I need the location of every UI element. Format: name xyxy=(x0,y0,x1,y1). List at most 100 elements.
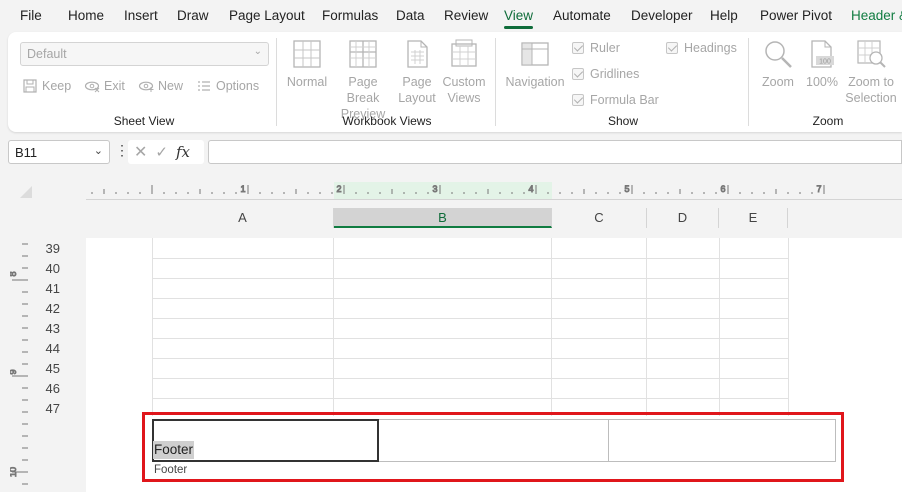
zoom-to-selection-button[interactable]: Zoom to Selection xyxy=(844,38,898,106)
ruler-number: 1 xyxy=(240,184,245,194)
headings-checkbox[interactable]: Headings xyxy=(666,41,737,55)
show-group-label: Show xyxy=(607,114,639,128)
row-header-43[interactable]: 43 xyxy=(0,319,64,339)
page-layout-label-1: Page xyxy=(402,75,432,89)
row-header-42[interactable]: 42 xyxy=(0,299,64,319)
ruler-label: Ruler xyxy=(590,41,620,55)
menu-view[interactable]: View xyxy=(504,8,534,29)
column-line xyxy=(333,238,334,416)
custom-views-button[interactable]: Custom Views xyxy=(440,38,488,106)
menu-page-layout[interactable]: Page Layout xyxy=(229,8,305,23)
sheet-view-group-label: Sheet View xyxy=(113,114,175,128)
normal-view-icon xyxy=(293,40,321,68)
formula-bar-checkbox[interactable]: Formula Bar xyxy=(572,93,659,107)
custom-views-icon xyxy=(451,39,477,67)
headings-label: Headings xyxy=(684,41,737,55)
page-break-preview-button[interactable]: Page Break Preview xyxy=(332,38,394,122)
gridlines-checkbox[interactable]: Gridlines xyxy=(572,67,639,81)
menu-developer[interactable]: Developer xyxy=(631,8,693,23)
chevron-down-icon[interactable]: ⌄ xyxy=(94,144,103,157)
magnifier-icon xyxy=(765,41,792,68)
row-line xyxy=(152,358,788,359)
menu-draw[interactable]: Draw xyxy=(177,8,209,23)
page-layout-view-button[interactable]: Page Layout xyxy=(398,38,436,106)
navigation-icon xyxy=(521,42,549,66)
ruler-number: 5 xyxy=(624,184,629,194)
new-label: New xyxy=(158,79,184,93)
menu-header-footer[interactable]: Header & xyxy=(851,8,902,23)
sheet-view-dropdown-value: Default xyxy=(27,47,67,61)
zoom-label: Zoom xyxy=(762,75,794,89)
row-line xyxy=(152,398,788,399)
checkbox-checked-icon xyxy=(572,94,584,106)
row-header-41[interactable]: 41 xyxy=(0,279,64,299)
zoom-100-button[interactable]: 100 100% xyxy=(804,38,840,90)
menu-bar: File Home Insert Draw Page Layout Formul… xyxy=(0,0,902,32)
column-header-e[interactable]: E xyxy=(719,208,788,228)
formula-input[interactable] xyxy=(208,140,902,164)
column-header-d[interactable]: D xyxy=(647,208,719,228)
name-box[interactable]: B11 ⌄ xyxy=(8,140,110,164)
column-header-b[interactable]: B xyxy=(334,208,552,228)
menu-file[interactable]: File xyxy=(20,8,42,23)
row-header-45[interactable]: 45 xyxy=(0,359,64,379)
column-line xyxy=(719,238,720,416)
row-header-39[interactable]: 39 xyxy=(0,239,64,259)
menu-automate[interactable]: Automate xyxy=(553,8,611,23)
column-line xyxy=(152,238,153,416)
navigation-button[interactable]: Navigation xyxy=(504,38,566,90)
group-divider xyxy=(276,38,277,126)
menu-help[interactable]: Help xyxy=(710,8,738,23)
zoom-to-selection-label-1: Zoom to xyxy=(848,75,894,89)
ruler-number: 10 xyxy=(10,467,18,477)
row-line xyxy=(152,258,788,259)
menu-review[interactable]: Review xyxy=(444,8,488,23)
options-button[interactable]: Options xyxy=(196,78,259,94)
chevron-down-icon: ⌄ xyxy=(253,46,262,57)
menu-formulas[interactable]: Formulas xyxy=(322,8,378,23)
keep-button[interactable]: Keep xyxy=(22,78,71,94)
sheet-view-dropdown[interactable]: Default ⌄ xyxy=(20,42,269,66)
column-line xyxy=(788,238,789,416)
ruler-number: 6 xyxy=(720,184,725,194)
group-divider xyxy=(748,38,749,126)
page-break-preview-icon xyxy=(349,40,377,68)
zoom-100-icon: 100 xyxy=(811,40,834,68)
column-header-c[interactable]: C xyxy=(552,208,647,228)
normal-label: Normal xyxy=(286,75,328,89)
ruler-number: 4 xyxy=(528,184,533,194)
row-header-44[interactable]: 44 xyxy=(0,339,64,359)
zoom-group-label: Zoom xyxy=(812,114,844,128)
insert-function-button[interactable]: fx xyxy=(176,143,190,161)
normal-view-button[interactable]: Normal xyxy=(286,38,328,90)
name-box-value: B11 xyxy=(15,145,38,160)
row-header-46[interactable]: 46 xyxy=(0,379,64,399)
zoom-100-label: 100% xyxy=(806,75,838,89)
list-icon xyxy=(198,81,210,91)
zoom-button[interactable]: Zoom xyxy=(758,38,798,90)
exit-label: Exit xyxy=(104,79,125,93)
menu-home[interactable]: Home xyxy=(68,8,104,23)
gridlines-label: Gridlines xyxy=(590,67,640,81)
ruler-checkbox[interactable]: Ruler xyxy=(572,41,620,55)
cancel-icon[interactable]: ✕ xyxy=(134,142,147,162)
menu-power-pivot[interactable]: Power Pivot xyxy=(760,8,832,23)
custom-views-label-1: Custom xyxy=(442,75,486,89)
workbook-views-group-label: Workbook Views xyxy=(342,114,432,128)
new-button[interactable]: New xyxy=(138,78,183,94)
enter-check-icon[interactable]: ✓ xyxy=(155,143,168,161)
more-options-icon[interactable]: ⋮ xyxy=(115,142,129,159)
page-layout-label-2: Layout xyxy=(398,91,436,105)
row-header-47[interactable]: 47 xyxy=(0,399,64,419)
menu-data[interactable]: Data xyxy=(396,8,425,23)
menu-insert[interactable]: Insert xyxy=(124,8,158,23)
eye-new-icon xyxy=(138,81,154,92)
row-line xyxy=(152,278,788,279)
formula-bar-label: Formula Bar xyxy=(590,93,659,107)
row-header-40[interactable]: 40 xyxy=(0,259,64,279)
column-header-a[interactable]: A xyxy=(152,208,334,228)
navigation-label: Navigation xyxy=(505,75,565,89)
select-all-corner[interactable] xyxy=(20,186,32,198)
exit-button[interactable]: Exit xyxy=(84,78,125,94)
page-break-label-1: Page Break xyxy=(346,75,380,105)
